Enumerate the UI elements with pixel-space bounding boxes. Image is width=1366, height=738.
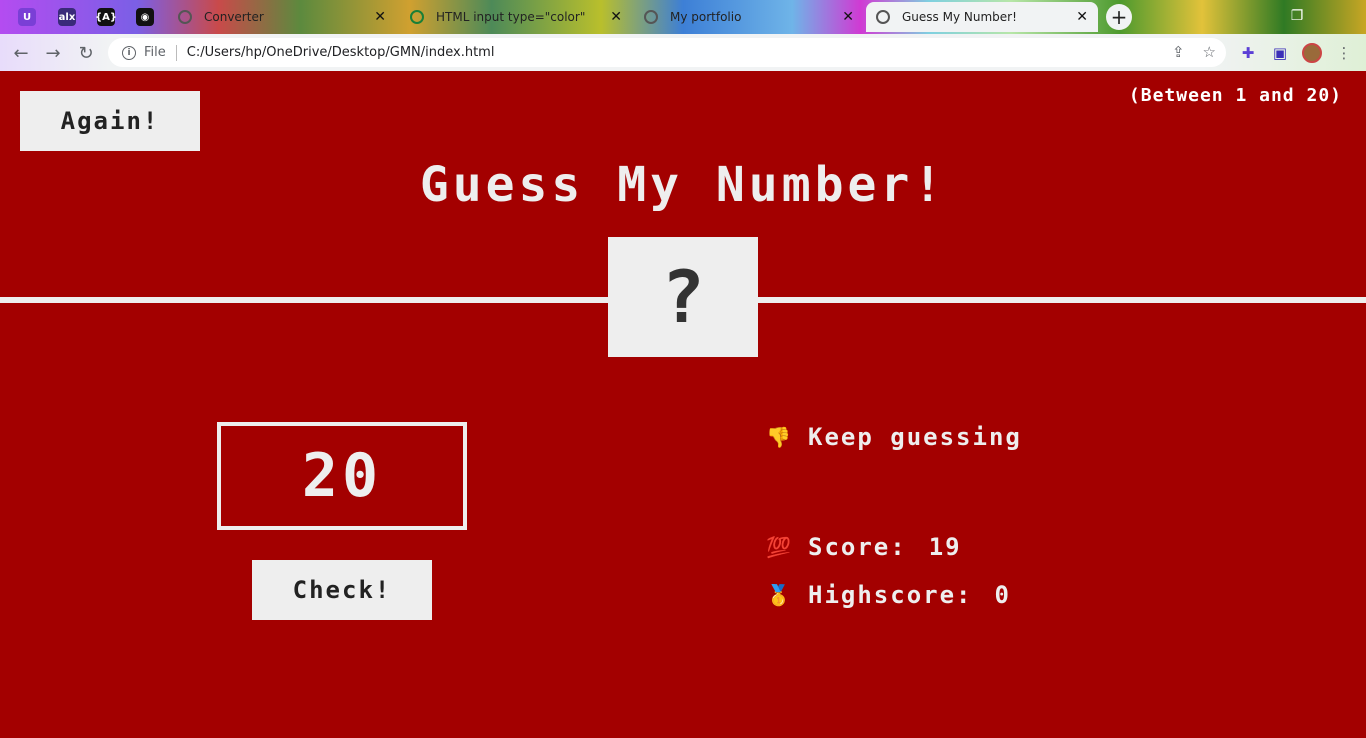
again-button[interactable]: Again! <box>20 91 200 151</box>
tab-title: HTML input type="color" <box>436 10 586 24</box>
reload-icon[interactable]: ↻ <box>73 40 99 66</box>
range-hint: (Between 1 and 20) <box>1128 85 1342 106</box>
hundred-points-icon: 💯 <box>766 535 793 559</box>
scheme-label: File <box>144 45 166 60</box>
extensions-puzzle-icon[interactable]: ✚ <box>1236 41 1260 65</box>
pinned-tab-alx[interactable]: alx <box>48 3 86 31</box>
close-icon[interactable]: ✕ <box>842 9 854 25</box>
secret-number-box: ? <box>608 237 758 357</box>
close-icon[interactable]: ✕ <box>374 9 386 25</box>
score-value: 19 <box>928 533 962 561</box>
highscore-value: 0 <box>994 581 1011 609</box>
url-text: C:/Users/hp/OneDrive/Desktop/GMN/index.h… <box>186 45 495 60</box>
globe-icon <box>178 10 192 24</box>
thumbs-down-icon: 👎 <box>766 425 793 449</box>
share-icon[interactable]: ⇪ <box>1172 43 1185 61</box>
restore-window-icon[interactable]: ❐ <box>1284 4 1310 28</box>
game-page: Again! (Between 1 and 20) Guess My Numbe… <box>0 71 1366 738</box>
profile-avatar[interactable] <box>1300 41 1324 65</box>
close-icon[interactable]: ✕ <box>1076 9 1088 25</box>
new-tab-button[interactable]: + <box>1106 4 1132 30</box>
tab-html-input-color[interactable]: HTML input type="color" ✕ <box>400 2 632 32</box>
guess-input[interactable]: 20 <box>217 422 467 530</box>
back-arrow-icon[interactable]: ← <box>8 40 34 66</box>
side-panel-icon[interactable]: ▣ <box>1268 41 1292 65</box>
browser-tab-bar: U alx {A} ◉ Converter ✕ HTML input type=… <box>0 0 1366 34</box>
tab-title: Converter <box>204 10 264 24</box>
tab-converter[interactable]: Converter ✕ <box>168 2 396 32</box>
alx-icon: alx <box>58 8 76 26</box>
github-icon: ◉ <box>136 8 154 26</box>
globe-icon <box>876 10 890 24</box>
tab-guess-my-number[interactable]: Guess My Number! ✕ <box>866 2 1098 32</box>
tab-title: Guess My Number! <box>902 10 1017 24</box>
pinned-tab-extension[interactable]: U <box>8 3 46 31</box>
highscore-line: 🥇 Highscore: 0 <box>766 581 1011 609</box>
separator <box>175 44 177 61</box>
menu-kebab-icon[interactable]: ⋮ <box>1332 41 1356 65</box>
w3schools-icon <box>410 10 424 24</box>
globe-icon <box>644 10 658 24</box>
code-brackets-icon: {A} <box>95 8 117 26</box>
pinned-tab-code[interactable]: {A} <box>87 3 125 31</box>
medal-icon: 🥇 <box>766 583 793 607</box>
tab-title: My portfolio <box>670 10 742 24</box>
highscore-label: Highscore: <box>808 581 973 609</box>
tab-my-portfolio[interactable]: My portfolio ✕ <box>634 2 864 32</box>
pinned-tab-github[interactable]: ◉ <box>126 3 164 31</box>
forward-arrow-icon[interactable]: → <box>40 40 66 66</box>
info-icon[interactable]: i <box>122 45 136 60</box>
browser-toolbar: ← → ↻ i File C:/Users/hp/OneDrive/Deskto… <box>0 34 1366 71</box>
address-bar[interactable]: i File C:/Users/hp/OneDrive/Desktop/GMN/… <box>108 38 1226 67</box>
extension-u-icon: U <box>18 8 36 26</box>
message-line: 👎 Keep guessing <box>766 423 1022 451</box>
check-button[interactable]: Check! <box>252 560 432 620</box>
close-icon[interactable]: ✕ <box>610 9 622 25</box>
score-line: 💯 Score: 19 <box>766 533 962 561</box>
page-title: Guess My Number! <box>419 157 947 213</box>
score-label: Score: <box>808 533 907 561</box>
message-text: Keep guessing <box>808 423 1022 451</box>
bookmark-star-icon[interactable]: ☆ <box>1203 43 1216 61</box>
